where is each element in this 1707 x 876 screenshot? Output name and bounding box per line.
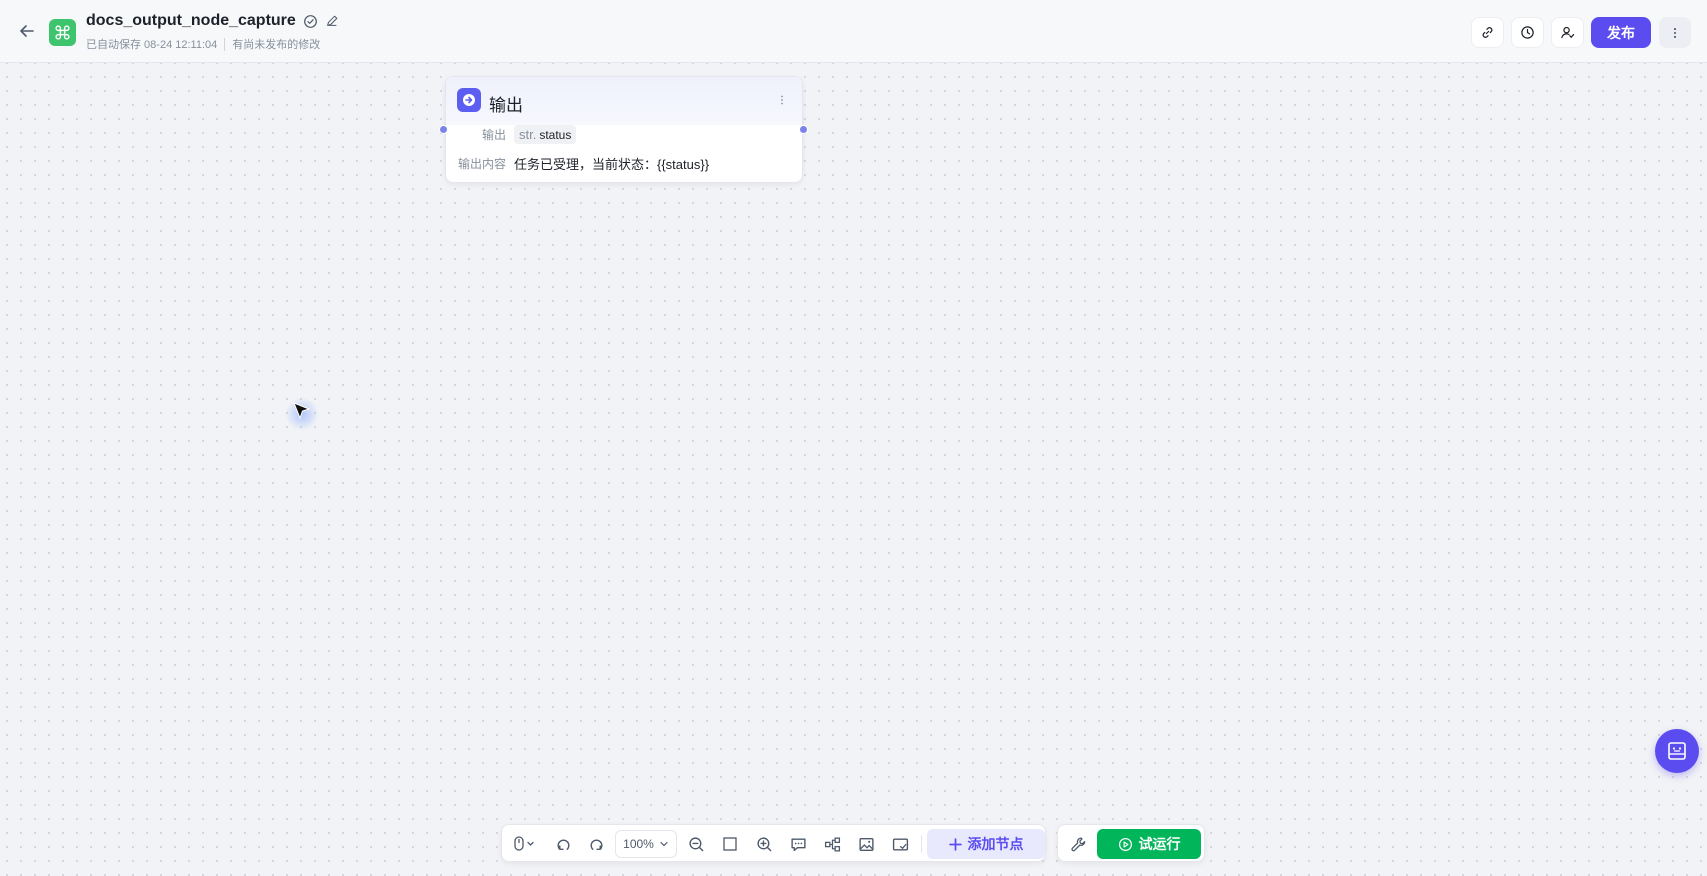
debug-settings-button[interactable] xyxy=(1067,833,1089,855)
more-vertical-icon xyxy=(781,95,783,105)
header-bar: docs_output_node_capture 已自动保存 08-24 12:… xyxy=(0,0,1707,63)
unpublished-text: 有尚未发布的修改 xyxy=(232,39,321,51)
publish-button[interactable]: 发布 xyxy=(1591,17,1651,48)
plus-icon xyxy=(948,837,962,851)
minimap-button[interactable] xyxy=(889,833,911,855)
zoom-out-icon xyxy=(688,836,703,851)
wrench-icon xyxy=(1070,836,1085,851)
canvas-toolbar: 100% 添加节点 xyxy=(501,824,1046,862)
test-run-button[interactable]: 试运行 xyxy=(1097,829,1201,859)
collaborator-button[interactable] xyxy=(1551,17,1584,48)
auto-layout-button[interactable] xyxy=(821,833,843,855)
image-icon xyxy=(858,837,874,851)
export-image-button[interactable] xyxy=(855,833,877,855)
comment-button[interactable] xyxy=(787,833,809,855)
more-vertical-icon xyxy=(1673,27,1677,38)
redo-icon xyxy=(590,838,602,850)
app-logo xyxy=(49,19,76,46)
variable-tag[interactable]: str. status xyxy=(514,125,577,144)
toolbar-divider xyxy=(921,835,922,853)
square-icon xyxy=(723,837,737,851)
content-label: 输出内容 xyxy=(457,157,506,171)
output-node-icon xyxy=(457,88,481,112)
title-row: docs_output_node_capture xyxy=(86,12,339,30)
node-output-handle[interactable] xyxy=(799,125,808,134)
variable-type: str. xyxy=(519,127,537,142)
chevron-down-icon xyxy=(660,841,668,847)
command-icon xyxy=(55,25,70,40)
link-icon xyxy=(1482,27,1493,38)
history-button[interactable] xyxy=(1511,17,1544,48)
node-header: 输出 xyxy=(446,77,802,125)
save-status: 已自动保存 08-24 12:11:04 有尚未发布的修改 xyxy=(86,36,320,52)
autosave-text: 已自动保存 08-24 12:11:04 xyxy=(86,39,218,51)
layout-icon xyxy=(824,836,840,852)
divider xyxy=(224,37,226,51)
app-title: docs_output_node_capture xyxy=(86,12,296,29)
output-content-row: 输出内容 任务已受理，当前状态：{{status}} xyxy=(456,154,709,173)
undo-icon xyxy=(557,838,569,850)
output-node[interactable]: 输出 输出 str. status 输出内容 任务已受理，当前状态：{{stat… xyxy=(445,76,803,183)
node-input-handle[interactable] xyxy=(439,125,448,134)
undo-button[interactable] xyxy=(552,833,574,855)
add-node-label: 添加节点 xyxy=(967,836,1024,852)
output-variable-row: 输出 str. status xyxy=(456,125,577,144)
clock-icon xyxy=(1521,26,1534,39)
play-circle-icon xyxy=(1118,837,1132,851)
minimap-icon xyxy=(892,837,908,851)
pointer-mode-button[interactable] xyxy=(510,833,540,855)
zoom-in-icon xyxy=(756,836,771,851)
zoom-select[interactable]: 100% xyxy=(615,830,677,858)
comment-icon xyxy=(790,837,806,851)
robot-icon xyxy=(1668,742,1686,760)
mouse-icon xyxy=(514,836,534,851)
redo-button[interactable] xyxy=(585,833,607,855)
output-label: 输出 xyxy=(481,128,506,142)
variable-name: status xyxy=(539,128,572,142)
export-icon xyxy=(463,94,475,106)
back-button[interactable] xyxy=(16,20,38,42)
pencil-icon[interactable] xyxy=(325,14,339,28)
fit-view-button[interactable] xyxy=(719,833,741,855)
test-run-label: 试运行 xyxy=(1138,836,1181,852)
node-more-button[interactable] xyxy=(774,91,790,109)
node-title: 输出 xyxy=(489,96,523,115)
zoom-out-button[interactable] xyxy=(685,833,707,855)
share-link-button[interactable] xyxy=(1471,17,1504,48)
check-circle-icon xyxy=(303,14,317,28)
mouse-cursor-icon xyxy=(293,402,311,420)
zoom-value: 100% xyxy=(623,837,654,851)
content-value: 任务已受理，当前状态：{{status}} xyxy=(514,157,710,172)
user-icon xyxy=(1561,26,1575,39)
arrow-left-icon xyxy=(20,25,34,37)
run-toolbar: 试运行 xyxy=(1057,824,1205,862)
zoom-in-button[interactable] xyxy=(753,833,775,855)
assistant-float-button[interactable] xyxy=(1655,729,1699,773)
more-button[interactable] xyxy=(1659,17,1691,48)
add-node-button[interactable]: 添加节点 xyxy=(927,829,1045,859)
